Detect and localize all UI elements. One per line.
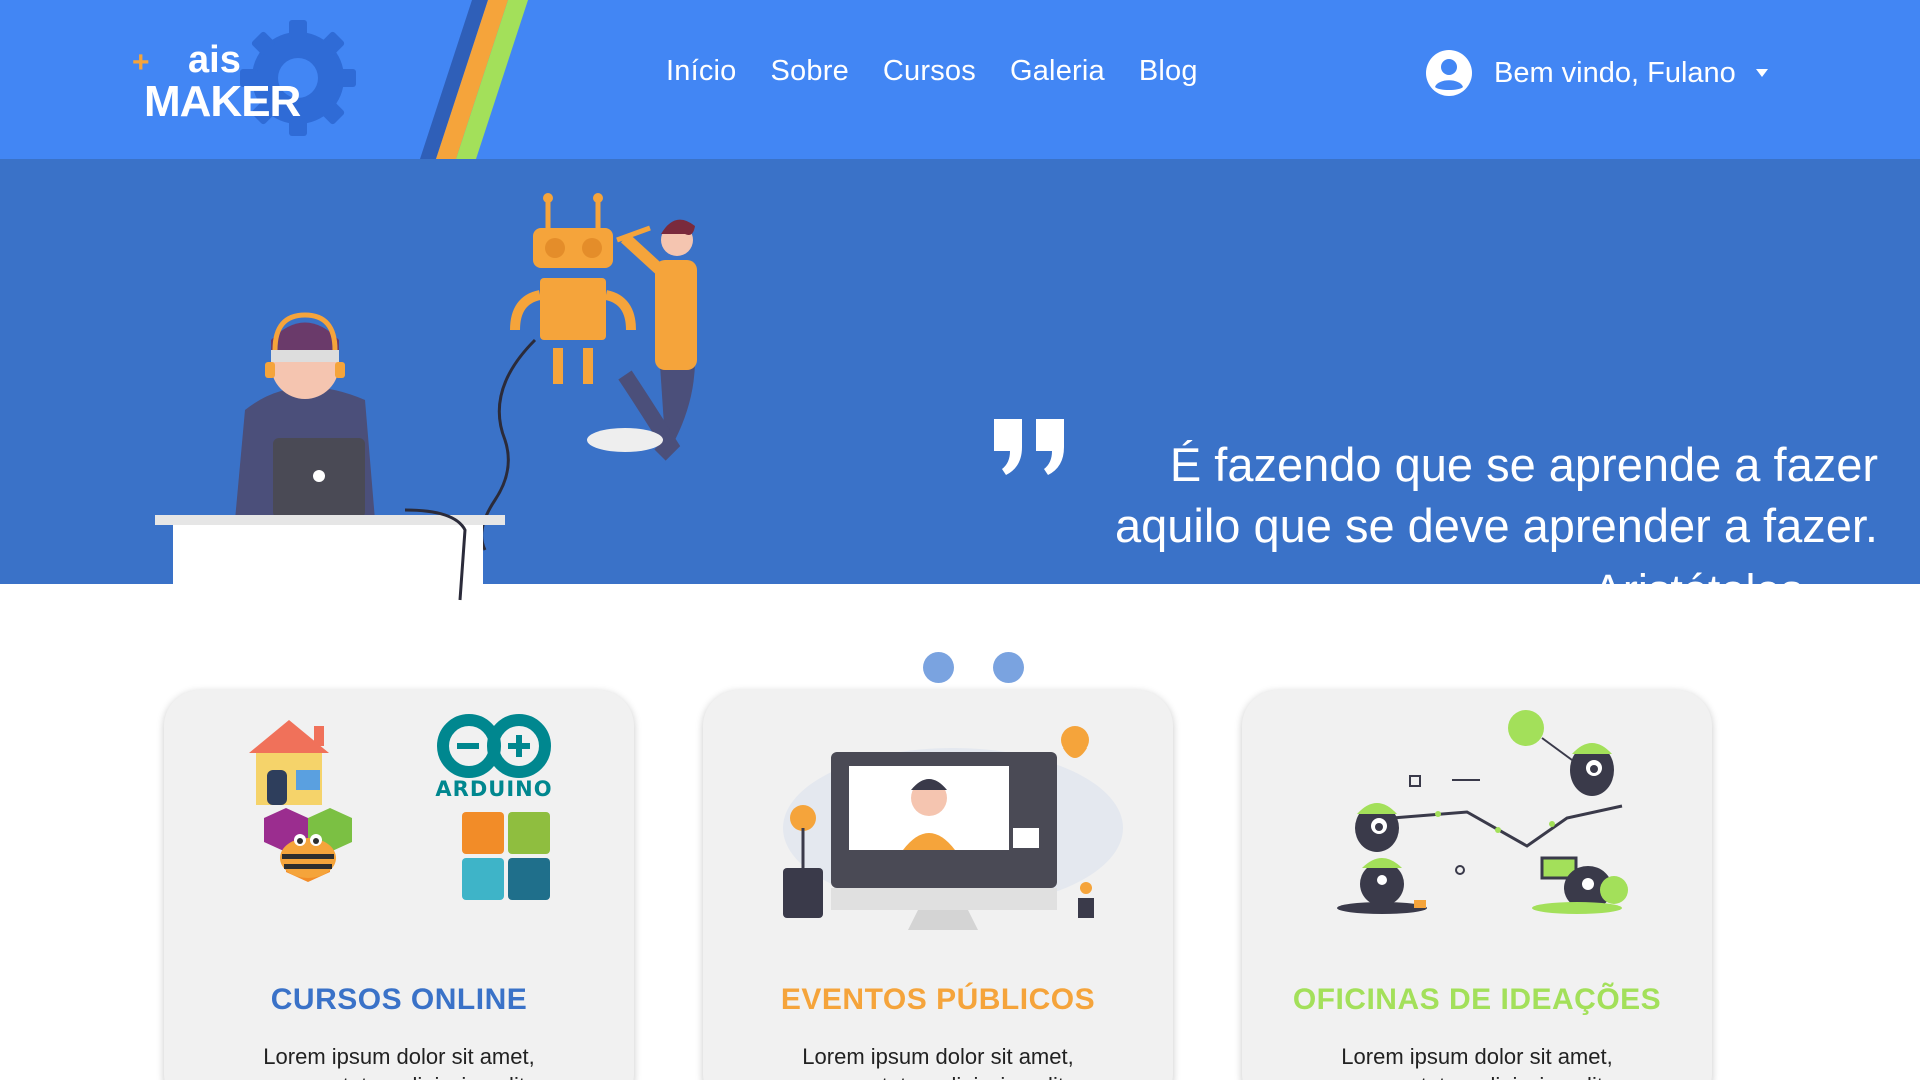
house-icon: [249, 720, 329, 805]
user-menu[interactable]: Bem vindo, Fulano: [1426, 50, 1770, 96]
user-greeting: Bem vindo, Fulano: [1494, 56, 1736, 89]
desk-person-illustration: [155, 312, 505, 601]
carousel-dots: [853, 652, 1024, 683]
card-cursos-online[interactable]: ARDUINO CURSOS ONLINE Lorem ipsum dolor …: [164, 690, 634, 1080]
arduino-icon: ARDUINO: [435, 714, 552, 801]
card-description: Lorem ipsum dolor sit amet, consectetur …: [204, 1042, 594, 1080]
user-circle-icon: [1426, 50, 1472, 96]
quote-text: É fazendo que se aprende a fazer aquilo …: [978, 434, 1878, 556]
carousel-dot-2[interactable]: [923, 652, 954, 683]
caret-down-icon: [1755, 69, 1768, 77]
bee-icon: [264, 808, 352, 882]
nav-link-inicio[interactable]: Início: [666, 55, 737, 88]
top-navbar: + ais MAKER Início Sobre Cursos Galeria …: [0, 0, 1920, 159]
logo-bottom-text: MAKER: [144, 77, 301, 126]
card-title: OFICINAS DE IDEAÇÕES: [1292, 983, 1662, 1016]
card-desc-line-1: Lorem ipsum dolor sit amet,: [802, 1044, 1074, 1069]
decorative-stripes: [420, 0, 528, 159]
nav-link-sobre[interactable]: Sobre: [771, 55, 849, 88]
card-title: CURSOS ONLINE: [270, 983, 528, 1016]
hero-illustration: [155, 193, 697, 601]
card-description: Lorem ipsum dolor sit amet, consectetur …: [1282, 1042, 1672, 1080]
logo-plus: +: [132, 46, 150, 79]
oficinas-ideacoes-art: [1337, 710, 1628, 914]
card-title: EVENTOS PÚBLICOS: [780, 983, 1096, 1016]
carousel-dot-3[interactable]: [993, 652, 1024, 683]
card-desc-line-2: consectetur adipiscing elit: [743, 1071, 1133, 1080]
mais-maker-logo[interactable]: + ais MAKER: [130, 20, 370, 140]
main-nav: Início Sobre Cursos Galeria Blog: [666, 55, 1198, 88]
card-desc-line-1: Lorem ipsum dolor sit amet,: [1341, 1044, 1613, 1069]
quote-line-1: É fazendo que se aprende a fazer: [1169, 438, 1878, 491]
arduino-label: ARDUINO: [435, 777, 552, 801]
carousel-dot-1[interactable]: [853, 652, 884, 683]
quote-author: Aristóteles: [1592, 565, 1803, 616]
nav-link-galeria[interactable]: Galeria: [1010, 55, 1105, 88]
card-desc-line-1: Lorem ipsum dolor sit amet,: [263, 1044, 535, 1069]
eventos-publicos-art: [783, 726, 1123, 930]
card-oficinas-ideacoes[interactable]: OFICINAS DE IDEAÇÕES Lorem ipsum dolor s…: [1242, 690, 1712, 1080]
nav-link-blog[interactable]: Blog: [1139, 55, 1198, 88]
nav-link-cursos[interactable]: Cursos: [883, 55, 976, 88]
logo-top-text: ais: [188, 39, 241, 81]
card-eventos-publicos[interactable]: EVENTOS PÚBLICOS Lorem ipsum dolor sit a…: [703, 690, 1173, 1080]
card-description: Lorem ipsum dolor sit amet, consectetur …: [743, 1042, 1133, 1080]
logo-graphic: + ais MAKER: [132, 20, 356, 136]
blocks-icon: [462, 812, 550, 900]
card-desc-line-2: consectetur adipiscing elit: [1282, 1071, 1672, 1080]
cursos-online-art: ARDUINO: [249, 714, 552, 900]
card-desc-line-2: consectetur adipiscing elit: [204, 1071, 594, 1080]
quote-line-2: aquilo que se deve aprender a fazer.: [1115, 499, 1878, 552]
robot-illustration: [480, 193, 636, 551]
